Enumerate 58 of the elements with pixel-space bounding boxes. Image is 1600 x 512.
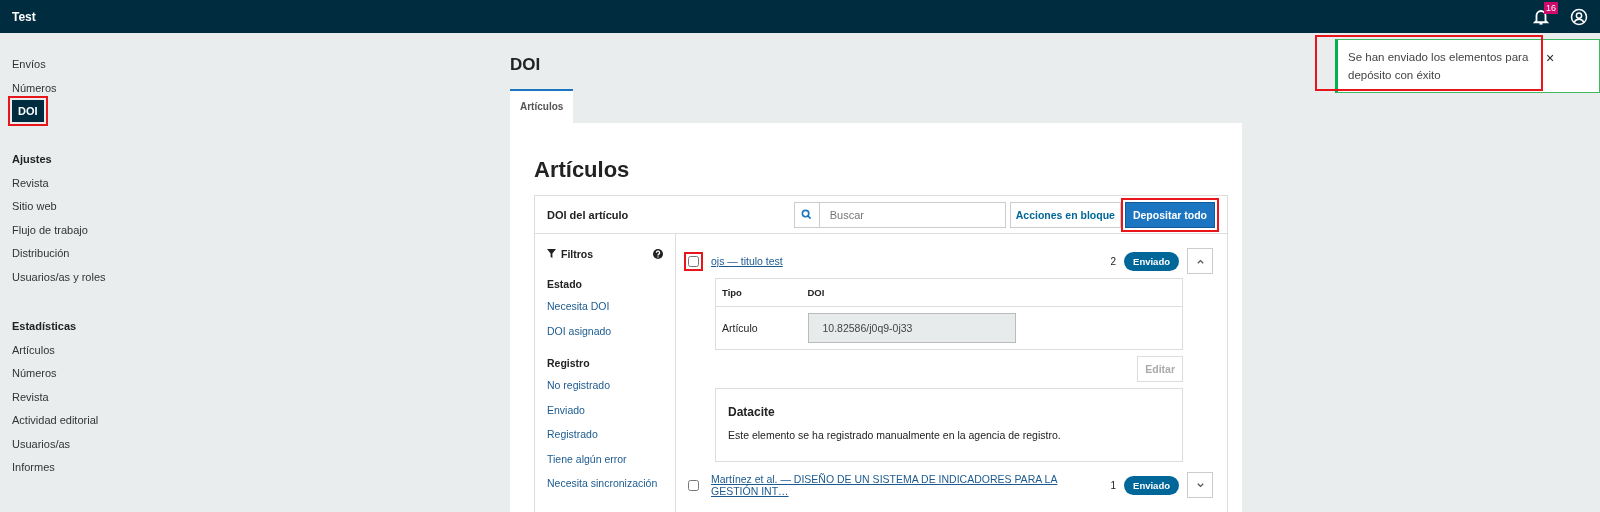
agency-title: Datacite xyxy=(728,405,776,419)
nav-item[interactable]: Actividad editorial xyxy=(12,409,99,433)
status-badge: Enviado xyxy=(1124,475,1179,495)
status-badge: Enviado xyxy=(1124,251,1179,271)
row-checkbox[interactable] xyxy=(688,255,699,267)
filter-heading: Estado xyxy=(547,277,583,292)
filter-link[interactable]: No registrado xyxy=(547,373,663,398)
close-button[interactable]: × xyxy=(1542,50,1559,66)
filter-link[interactable]: Registrado xyxy=(547,422,663,447)
help-icon[interactable] xyxy=(653,249,663,259)
page-title: DOI xyxy=(510,55,542,75)
filter-link[interactable]: DOI asignado xyxy=(547,318,663,343)
filter-link[interactable]: Necesita DOI xyxy=(547,294,663,319)
filter-link[interactable]: Tiene algún error xyxy=(547,446,663,471)
doi-count: 1 xyxy=(1110,479,1117,491)
tab[interactable]: Artículos xyxy=(510,89,574,123)
search-button[interactable] xyxy=(793,201,820,228)
expand-toggle[interactable] xyxy=(1187,248,1213,274)
deposit-all-button[interactable]: Depositar todo xyxy=(1124,201,1215,228)
filter-link[interactable]: Necesita sincronización xyxy=(547,471,663,496)
expand-toggle[interactable] xyxy=(1187,472,1213,498)
nav-item[interactable]: Envíos xyxy=(12,53,46,77)
nav-item[interactable]: Artículos xyxy=(12,338,55,362)
card-title: DOI del artículo xyxy=(547,208,630,221)
article-link[interactable]: ojs — titulo test xyxy=(711,255,1103,267)
filters-title: Filtros xyxy=(547,248,594,260)
nav-item[interactable]: DOI xyxy=(12,100,44,122)
nav-item[interactable]: Informes xyxy=(12,456,55,480)
search-icon xyxy=(801,209,813,220)
doi-count: 2 xyxy=(1110,255,1117,267)
toast-message: Se han enviado los elementos para depósito con éxito xyxy=(1348,50,1530,83)
bulk-actions-button[interactable]: Acciones en bloque xyxy=(1009,201,1121,228)
nav-item[interactable]: Revista xyxy=(12,171,49,195)
nav-heading: Ajustes xyxy=(12,152,52,167)
column-header: DOI xyxy=(801,278,1183,307)
user-icon[interactable] xyxy=(1570,7,1588,26)
column-header: Tipo xyxy=(715,278,802,307)
nav-item[interactable]: Usuarios/as y roles xyxy=(12,265,106,289)
search-field[interactable]: Buscar xyxy=(819,201,1006,228)
notification-count: 16 xyxy=(1544,1,1558,14)
row-checkbox[interactable] xyxy=(688,479,699,491)
section-title: Artículos xyxy=(534,157,631,183)
app-title: Test xyxy=(12,9,37,24)
nav-item[interactable]: Distribución xyxy=(12,242,70,266)
filter-heading: Registro xyxy=(547,356,591,371)
filter-link[interactable]: Enviado xyxy=(547,397,663,422)
nav-item[interactable]: Números xyxy=(12,76,57,100)
funnel-icon xyxy=(547,249,556,258)
doi-field[interactable]: 10.82586/j0q9-0j33 xyxy=(807,313,1016,343)
nav-item[interactable]: Usuarios/as xyxy=(12,432,71,456)
agency-message: Este elemento se ha registrado manualmente en la agencia de registro. xyxy=(728,429,1062,441)
nav-item[interactable]: Flujo de trabajo xyxy=(12,218,88,242)
nav-item[interactable]: Sitio web xyxy=(12,195,57,219)
nav-item[interactable]: Números xyxy=(12,362,57,386)
table-cell: Artículo xyxy=(715,306,802,350)
nav-heading: Estadísticas xyxy=(12,319,77,334)
nav-item[interactable]: Revista xyxy=(12,385,49,409)
article-link[interactable]: Martínez et al. — DISEÑO DE UN SISTEMA DE INDICADORES PARA LA GESTIÓN INT… xyxy=(711,473,1103,497)
